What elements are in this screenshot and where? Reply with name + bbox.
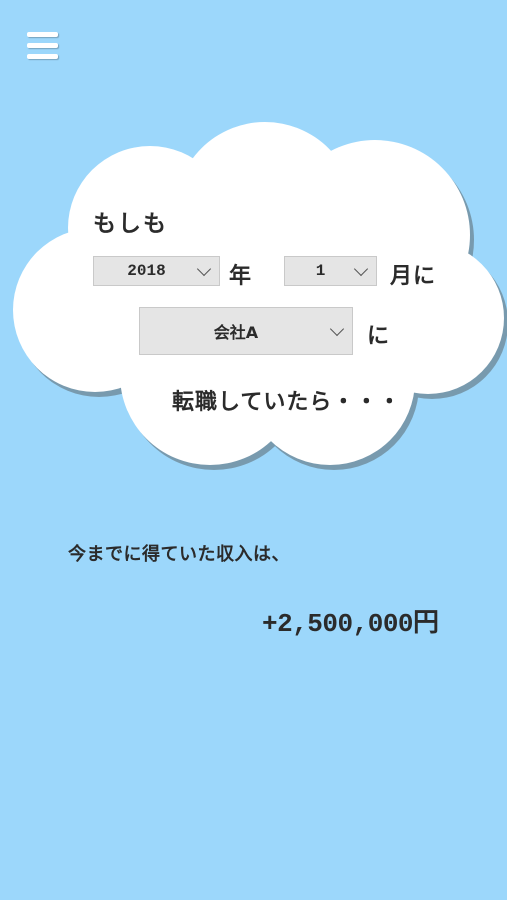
chevron-down-icon xyxy=(196,261,212,276)
year-select[interactable]: 2018 xyxy=(93,256,220,286)
chevron-down-icon xyxy=(329,321,345,336)
income-value: +2,500,000円 xyxy=(262,609,439,639)
ending-text: 転職していたら・・・ xyxy=(172,390,402,415)
month-select-value: 1 xyxy=(315,262,326,280)
company-suffix-label: に xyxy=(367,324,390,349)
company-select[interactable]: 会社A xyxy=(139,307,353,355)
month-select[interactable]: 1 xyxy=(284,256,377,286)
month-unit-label: 月に xyxy=(390,264,437,289)
year-unit-label: 年 xyxy=(229,264,252,289)
intro-text: もしも xyxy=(93,211,168,237)
company-select-value: 会社A xyxy=(213,323,259,342)
income-label: 今までに得ていた収入は、 xyxy=(68,544,290,565)
year-select-value: 2018 xyxy=(127,262,166,280)
chevron-down-icon xyxy=(353,261,369,276)
cloud-shape xyxy=(13,122,507,470)
